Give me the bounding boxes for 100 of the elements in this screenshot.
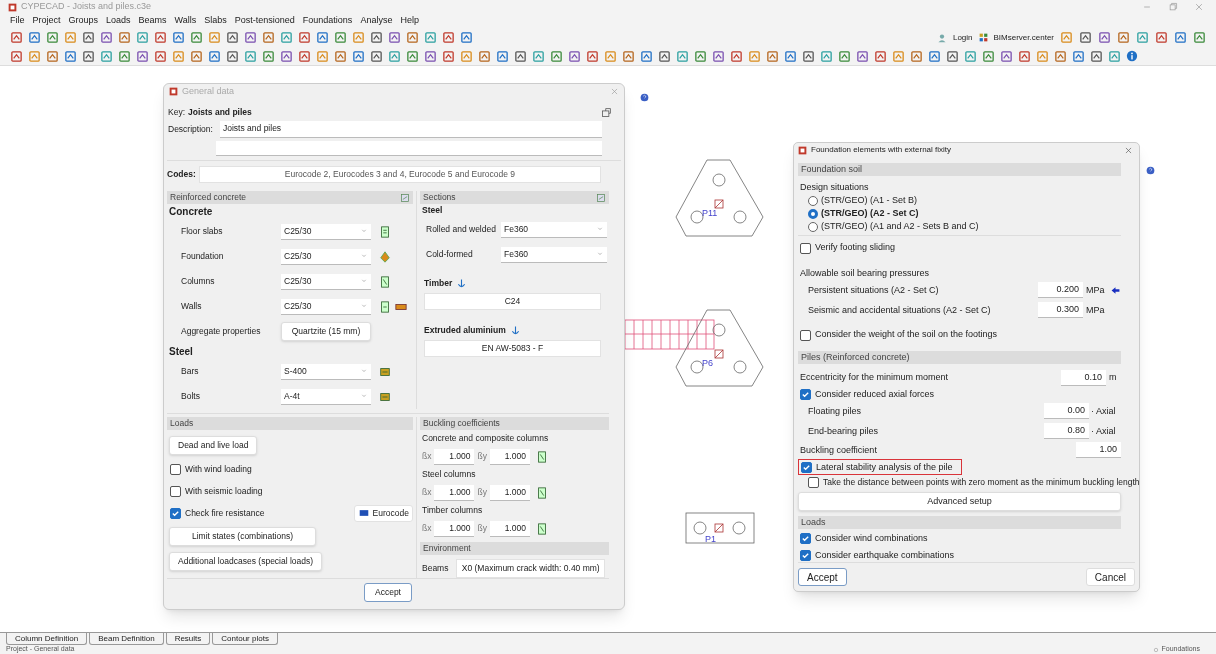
menu-item[interactable]: Help — [400, 14, 419, 28]
tool-icon[interactable] — [118, 31, 131, 44]
tool-icon[interactable] — [1072, 49, 1085, 63]
input-field[interactable]: Joists and piles — [220, 120, 602, 138]
properties-icon[interactable] — [601, 106, 612, 118]
menu-item[interactable]: Groups — [68, 14, 99, 28]
tool-icon[interactable] — [334, 31, 347, 44]
tool-icon[interactable] — [676, 49, 689, 63]
tool-icon[interactable] — [496, 49, 509, 63]
tool-icon[interactable] — [28, 31, 41, 44]
tool-icon[interactable] — [514, 49, 527, 63]
tool-icon[interactable] — [316, 49, 329, 63]
dropdown[interactable]: A-4t — [281, 388, 371, 405]
steel-icon[interactable] — [379, 365, 391, 378]
tool-icon[interactable] — [388, 49, 401, 63]
accept-button[interactable]: Accept — [798, 568, 847, 586]
button[interactable]: Additional loadcases (special loads) — [169, 552, 323, 572]
tab[interactable]: Beam Definition — [89, 633, 164, 645]
cancel-button[interactable]: Cancel — [1085, 568, 1135, 586]
panel-icon[interactable] — [596, 192, 606, 203]
tool-icon[interactable] — [1117, 31, 1130, 44]
checkbox[interactable] — [170, 485, 181, 497]
tool-icon[interactable] — [532, 49, 545, 63]
tool-icon[interactable] — [424, 31, 437, 44]
radio-button[interactable] — [808, 208, 818, 219]
accept-button[interactable]: Accept — [364, 583, 412, 603]
tool-icon[interactable] — [730, 49, 743, 63]
tool-icon[interactable] — [262, 49, 275, 63]
tool-icon[interactable] — [586, 49, 599, 63]
menu-item[interactable]: Analyse — [360, 14, 393, 28]
codes-button[interactable]: Eurocode 2, Eurocodes 3 and 4, Eurocode 5 and Eurocode 9 — [198, 166, 601, 184]
tool-icon[interactable] — [892, 49, 905, 63]
checkbox[interactable] — [801, 461, 812, 473]
tool-icon[interactable] — [190, 31, 203, 44]
tool-icon[interactable] — [1036, 49, 1049, 63]
tool-icon[interactable] — [460, 49, 473, 63]
menu-item[interactable]: File — [10, 14, 25, 28]
tool-icon[interactable] — [1090, 49, 1103, 63]
input-field[interactable]: 1.000 — [489, 448, 530, 465]
tool-icon[interactable] — [406, 49, 419, 63]
tool-icon[interactable] — [136, 49, 149, 63]
menu-item[interactable]: Walls — [174, 14, 197, 28]
tool-icon[interactable] — [622, 49, 635, 63]
tool-icon[interactable] — [154, 31, 167, 44]
input-field[interactable] — [216, 140, 602, 157]
tool-icon[interactable] — [712, 49, 725, 63]
input-field[interactable]: 1.000 — [489, 520, 530, 537]
input-field[interactable]: 0.00 — [1044, 403, 1089, 420]
dropdown[interactable]: Fe360 — [501, 221, 607, 238]
material-icon[interactable] — [379, 275, 391, 288]
tool-icon[interactable] — [694, 49, 707, 63]
material-icon[interactable] — [379, 250, 391, 263]
tool-icon[interactable] — [298, 49, 311, 63]
tab[interactable]: Results — [165, 633, 211, 645]
dropdown[interactable]: C25/30 — [281, 298, 371, 315]
tool-icon[interactable] — [208, 49, 221, 63]
tool-icon[interactable] — [82, 49, 95, 63]
eurocode-button[interactable]: Eurocode — [353, 504, 413, 522]
input-field[interactable]: 1.00 — [1076, 442, 1121, 459]
tool-icon[interactable] — [10, 49, 23, 63]
checkbox[interactable] — [800, 242, 811, 254]
tool-icon[interactable] — [928, 49, 941, 63]
radio-button[interactable] — [808, 221, 818, 232]
tool-icon[interactable] — [1174, 31, 1187, 44]
tool-icon[interactable] — [100, 49, 113, 63]
tool-icon[interactable] — [46, 49, 59, 63]
checkbox[interactable] — [808, 477, 819, 489]
tool-icon[interactable] — [1155, 31, 1168, 44]
tool-icon[interactable] — [172, 49, 185, 63]
tool-icon[interactable] — [478, 49, 491, 63]
tool-icon[interactable] — [1136, 31, 1149, 44]
tab[interactable]: Contour plots — [212, 633, 278, 645]
tool-icon[interactable] — [1054, 49, 1067, 63]
login-link[interactable]: Login — [952, 31, 973, 44]
checkbox[interactable] — [800, 329, 811, 341]
column-icon[interactable] — [535, 450, 548, 463]
material-icon[interactable] — [379, 300, 391, 313]
menu-item[interactable]: Loads — [106, 14, 131, 28]
tool-icon[interactable] — [226, 49, 239, 63]
tool-icon[interactable] — [244, 49, 257, 63]
tool-icon[interactable] — [352, 31, 365, 44]
input-field[interactable]: 1.000 — [434, 520, 475, 537]
button[interactable]: Dead and live load — [169, 436, 258, 456]
arrow-left-icon[interactable] — [1110, 284, 1121, 296]
input-field[interactable]: 1.000 — [489, 484, 530, 501]
checkbox[interactable] — [170, 463, 181, 475]
checkbox[interactable] — [800, 533, 811, 545]
tool-icon[interactable] — [784, 49, 797, 63]
tool-icon[interactable] — [424, 49, 437, 63]
tool-icon[interactable] — [64, 49, 77, 63]
tool-icon[interactable] — [460, 31, 473, 44]
tool-icon[interactable] — [190, 49, 203, 63]
tool-icon[interactable] — [118, 49, 131, 63]
tool-icon[interactable] — [874, 49, 887, 63]
tool-icon[interactable] — [136, 31, 149, 44]
environment-button[interactable]: X0 (Maximum crack width: 0.40 mm) — [456, 559, 605, 579]
restore-icon[interactable] — [1168, 2, 1178, 12]
tool-icon[interactable] — [1193, 31, 1206, 44]
tool-icon[interactable] — [802, 49, 815, 63]
tool-icon[interactable] — [262, 31, 275, 44]
